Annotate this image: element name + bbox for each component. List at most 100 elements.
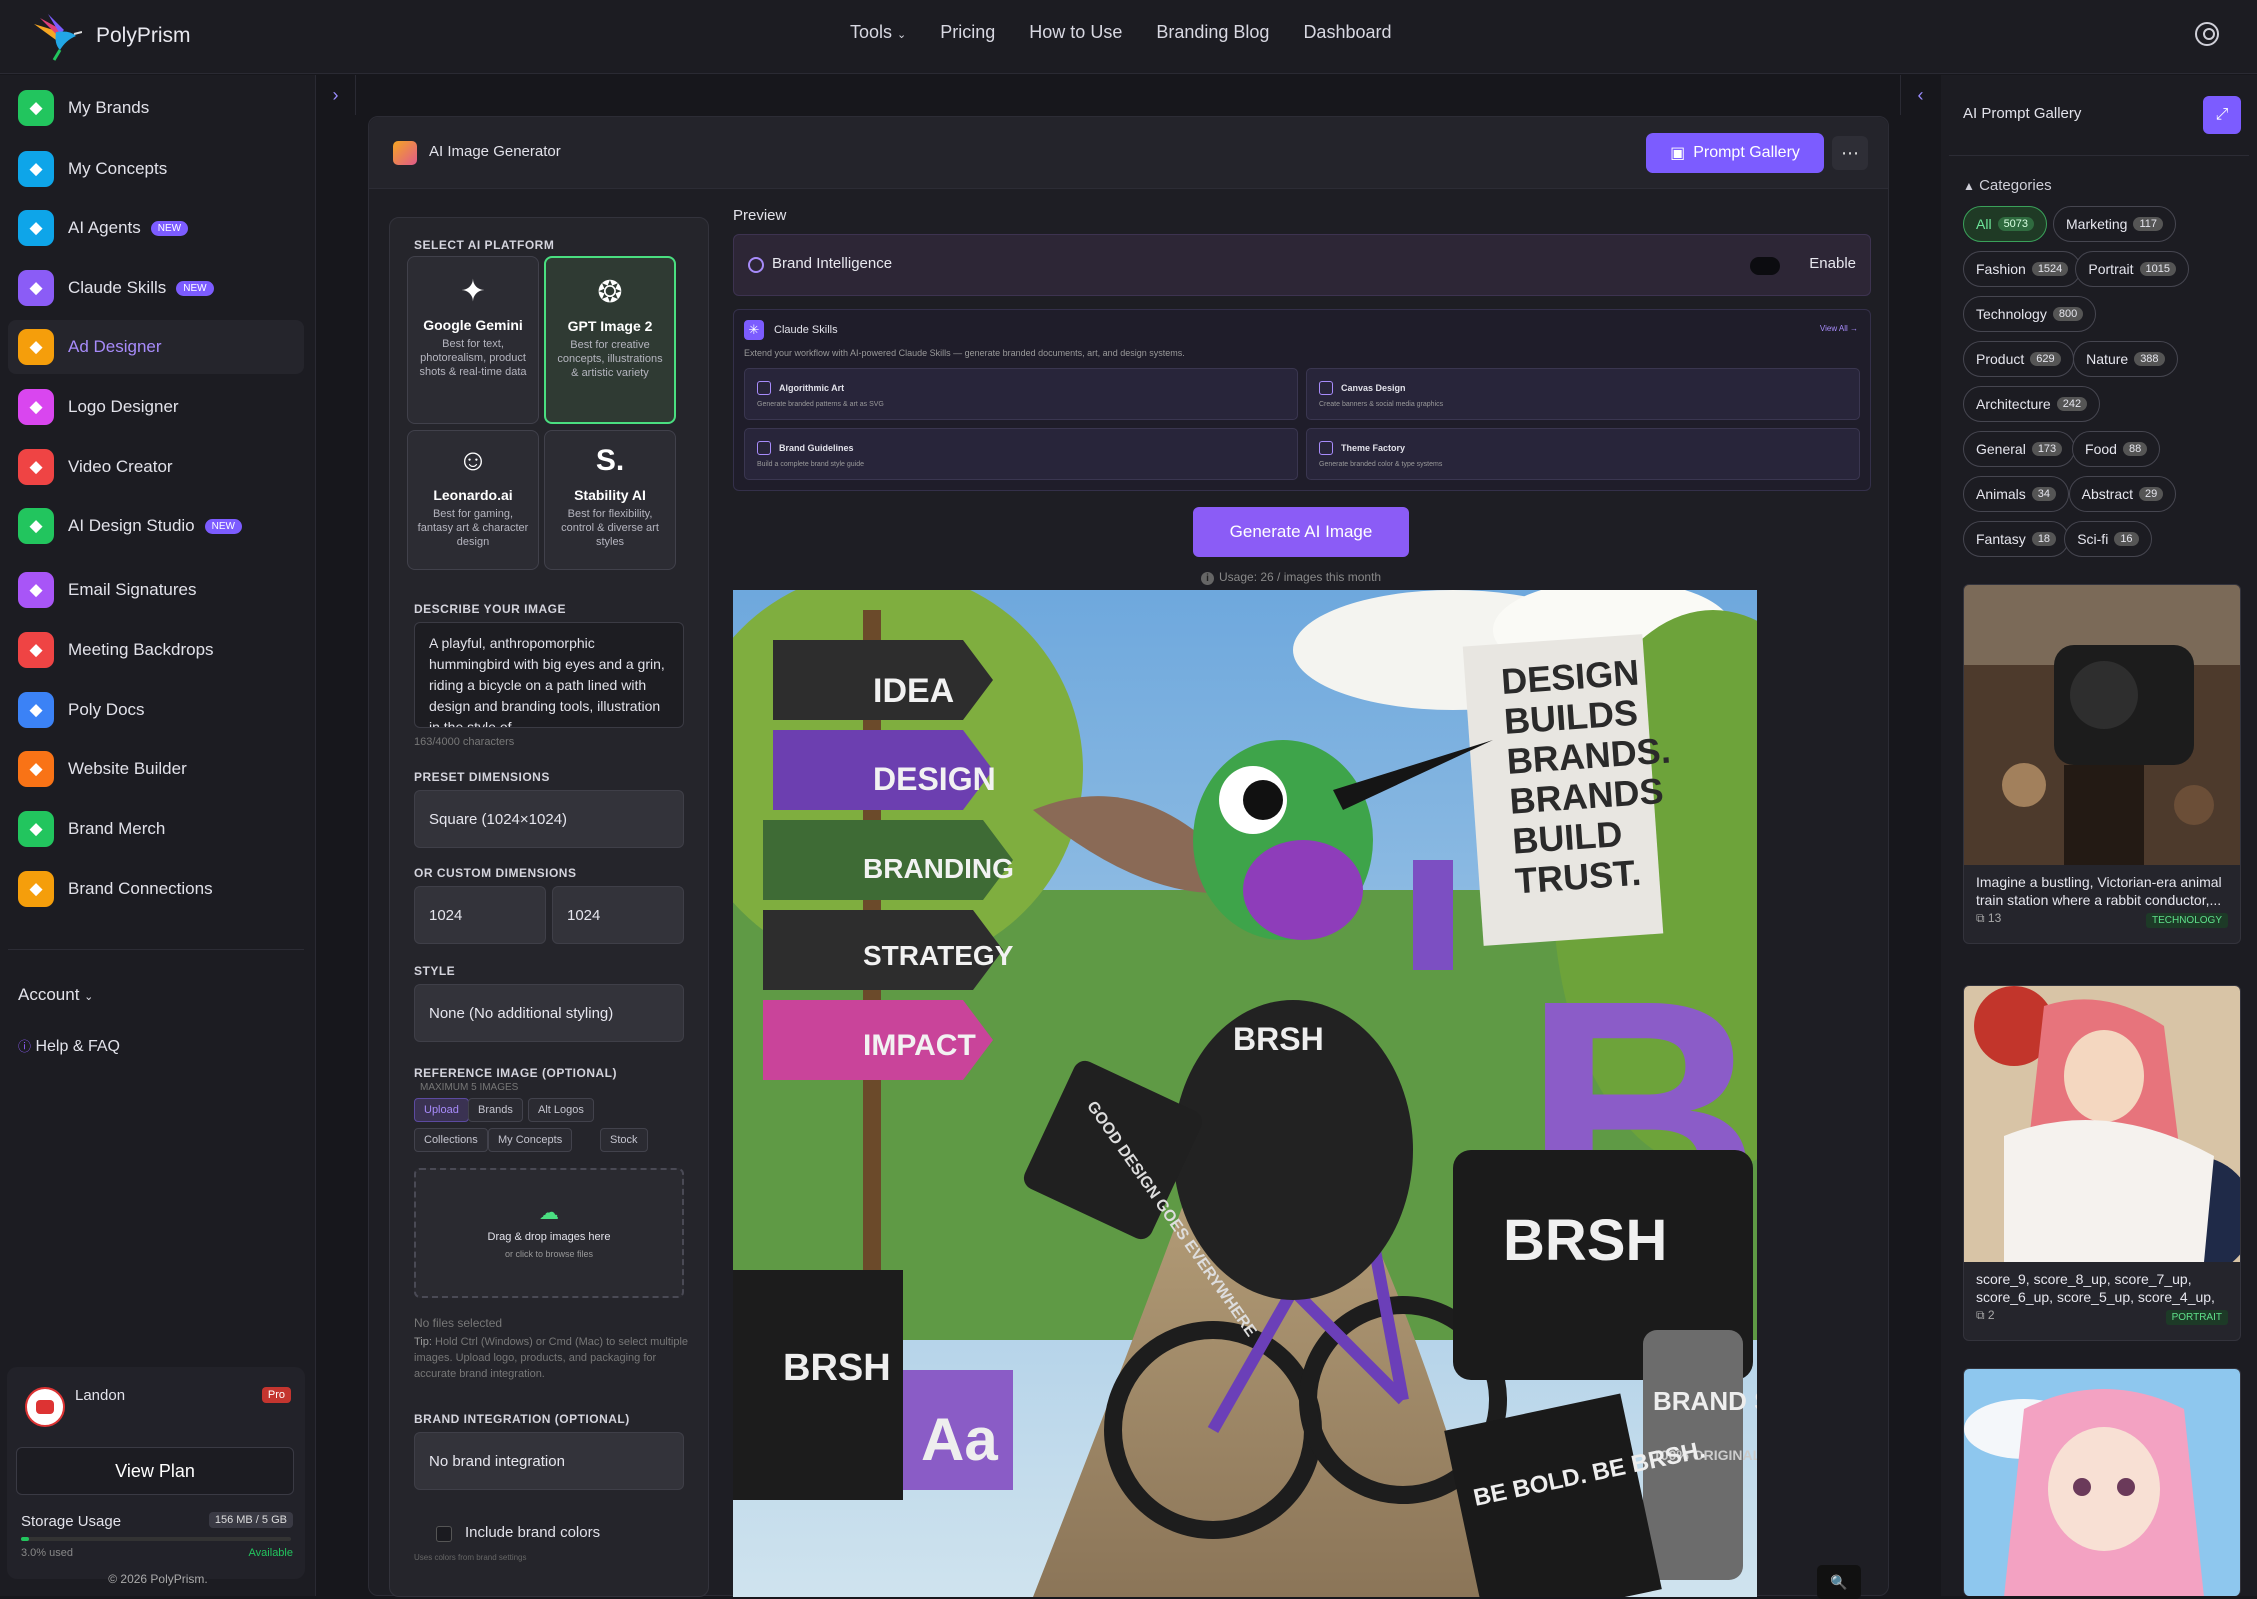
platform-gpt-image-2[interactable]: ❂ GPT Image 2 Best for creative concepts… xyxy=(544,256,676,424)
category-general[interactable]: General 173 xyxy=(1963,430,2076,467)
account-menu[interactable]: Account ⌄ xyxy=(18,985,93,1005)
width-input[interactable]: 1024 xyxy=(414,886,546,944)
preset-dimensions-select[interactable]: Square (1024×1024) xyxy=(414,790,684,848)
skill-card-algorithmic-art[interactable]: Algorithmic Art Generate branded patterns… xyxy=(744,368,1298,420)
category-fashion[interactable]: Fashion 1524 xyxy=(1963,250,2082,287)
sidebar-item-email-signatures[interactable]: ◆ Email Signatures xyxy=(8,563,304,617)
collapse-sidebar-button[interactable]: › xyxy=(316,75,356,115)
ref-tab-upload[interactable]: Upload xyxy=(414,1098,469,1122)
image-dropzone[interactable]: ☁ Drag & drop images here or click to br… xyxy=(414,1168,684,1298)
sidebar-item-label: Meeting Backdrops xyxy=(68,640,214,659)
brand-intelligence-toggle[interactable] xyxy=(1750,257,1780,275)
skill-card-canvas-design[interactable]: Canvas Design Create banners & social med… xyxy=(1306,368,1860,420)
user-account-icon[interactable] xyxy=(2195,22,2219,46)
skill-card-brand-guidelines[interactable]: Brand Guidelines Build a complete brand s… xyxy=(744,428,1298,480)
tablet-text: BRSH xyxy=(1503,1208,1667,1273)
view-plan-button[interactable]: View Plan xyxy=(16,1447,294,1495)
zoom-button[interactable]: 🔍 xyxy=(1817,1565,1861,1599)
ref-tab-brands[interactable]: Brands xyxy=(468,1098,523,1122)
category-nature[interactable]: Nature 388 xyxy=(2073,340,2178,377)
sidebar-item-logo-designer[interactable]: ◆ Logo Designer xyxy=(8,380,304,434)
category-count: 242 xyxy=(2056,396,2088,411)
category-name: Nature xyxy=(2086,350,2129,367)
sidebar-item-brand-connections[interactable]: ◆ Brand Connections xyxy=(8,862,304,916)
prompt-gallery-button[interactable]: ▣ Prompt Gallery xyxy=(1646,133,1824,173)
collapse-gallery-button[interactable]: ‹ xyxy=(1900,75,1940,115)
sidebar-item-poly-docs[interactable]: ◆ Poly Docs xyxy=(8,683,304,737)
canvas-icon xyxy=(1319,381,1333,395)
category-architecture[interactable]: Architecture 242 xyxy=(1963,385,2101,422)
include-brand-colors-sub: Uses colors from brand settings xyxy=(414,1553,527,1562)
category-name: Sci-fi xyxy=(2077,530,2109,547)
sidebar-item-label: Video Creator xyxy=(68,457,173,476)
sidebar-item-video-creator[interactable]: ◆ Video Creator xyxy=(8,440,304,494)
prompt-textarea[interactable]: A playful, anthropomorphic hummingbird w… xyxy=(414,622,684,728)
skill-card-theme-factory[interactable]: Theme Factory Generate branded color & ty… xyxy=(1306,428,1860,480)
ai-image-generator-panel: AI Image Generator ▣ Prompt Gallery ⋯ SEL… xyxy=(368,116,1889,1599)
category-all[interactable]: All 5073 xyxy=(1963,206,2048,242)
sidebar-item-ai-design-studio[interactable]: ◆ AI Design Studio NEW xyxy=(8,499,304,553)
platform-leonardo[interactable]: ☺ Leonardo.ai Best for gaming, fantasy a… xyxy=(407,430,539,570)
gallery-card-third[interactable] xyxy=(1963,1368,2241,1596)
generate-image-button[interactable]: Generate AI Image xyxy=(1193,507,1409,557)
ellipsis-icon: ⋯ xyxy=(1841,142,1859,163)
nav-tools[interactable]: Tools ⌄ xyxy=(850,22,906,43)
platform-stability[interactable]: S. Stability AI Best for flexibility, co… xyxy=(544,430,676,570)
gallery-card-anime[interactable]: score_9, score_8_up, score_7_up, score_6… xyxy=(1963,985,2241,1341)
nav-branding-blog[interactable]: Branding Blog xyxy=(1156,22,1269,43)
category-food[interactable]: Food 88 xyxy=(2072,430,2161,467)
ref-tab-collections[interactable]: Collections xyxy=(414,1128,488,1152)
nav-pricing[interactable]: Pricing xyxy=(940,22,995,43)
sidebar-item-my-concepts[interactable]: ◆ My Concepts xyxy=(8,142,304,196)
no-files-text: No files selected xyxy=(414,1316,503,1330)
gallery-card-text: Imagine a bustling, Victorian-era animal… xyxy=(1976,874,2222,908)
gallery-card-train-station[interactable]: Imagine a bustling, Victorian-era animal… xyxy=(1963,584,2241,944)
category-portrait[interactable]: Portrait 1015 xyxy=(2075,250,2189,287)
category-sci-fi[interactable]: Sci-fi 16 xyxy=(2064,520,2152,557)
categories-label: ▲ Categories xyxy=(1963,177,2052,194)
sidebar-item-my-brands[interactable]: ◆ My Brands xyxy=(8,81,304,135)
category-fantasy[interactable]: Fantasy 18 xyxy=(1963,520,2070,557)
more-options-button[interactable]: ⋯ xyxy=(1832,136,1868,170)
sidebar-item-ad-designer[interactable]: ◆ Ad Designer xyxy=(8,320,304,374)
nav-how-to-use[interactable]: How to Use xyxy=(1029,22,1122,43)
platform-desc: Best for creative concepts, illustration… xyxy=(557,339,663,379)
sign-branding: BRANDING xyxy=(863,853,1014,884)
category-animals[interactable]: Animals 34 xyxy=(1963,475,2070,512)
category-abstract[interactable]: Abstract 29 xyxy=(2068,475,2177,512)
ref-tab-stock[interactable]: Stock xyxy=(600,1128,648,1152)
brand-integration-select[interactable]: No brand integration xyxy=(414,1432,684,1490)
expand-gallery-button[interactable]: ⤢ xyxy=(2203,96,2241,134)
category-name: Marketing xyxy=(2066,216,2128,232)
claude-skills-title: Claude Skills xyxy=(774,324,838,336)
magnify-icon: 🔍 xyxy=(1830,1573,1848,1590)
usage-text: Usage: 26 / images this month xyxy=(1201,570,1381,585)
brand-logo[interactable]: PolyPrism xyxy=(30,10,191,62)
sidebar-item-meeting-backdrops[interactable]: ◆ Meeting Backdrops xyxy=(8,623,304,677)
sidebar-item-brand-merch[interactable]: ◆ Brand Merch xyxy=(8,802,304,856)
sidebar-item-claude-skills[interactable]: ◆ Claude Skills NEW xyxy=(8,261,304,315)
category-technology[interactable]: Technology 800 xyxy=(1963,295,2097,332)
view-all-link[interactable]: View All → xyxy=(1820,324,1858,333)
platform-gemini[interactable]: ✦ Google Gemini Best for text, photoreal… xyxy=(407,256,539,424)
help-faq-link[interactable]: ⓘ Help & FAQ xyxy=(18,1036,120,1056)
claude-skills-desc: Extend your workflow with AI-powered Cla… xyxy=(744,348,1185,358)
category-count: 16 xyxy=(2114,531,2139,546)
sidebar-item-ai-agents[interactable]: ◆ AI Agents NEW xyxy=(8,201,304,255)
ref-tab-alt-logos[interactable]: Alt Logos xyxy=(528,1098,594,1122)
sidebar-item-label: Claude Skills xyxy=(68,278,167,297)
nav-dashboard[interactable]: Dashboard xyxy=(1303,22,1391,43)
generator-settings: SELECT AI PLATFORM ✦ Google Gemini Best … xyxy=(389,217,709,1597)
sidebar-item-website-builder[interactable]: ◆ Website Builder xyxy=(8,742,304,796)
height-input[interactable]: 1024 xyxy=(552,886,684,944)
sidebar-item-label: Ad Designer xyxy=(68,337,162,356)
category-product[interactable]: Product 629 xyxy=(1963,340,2074,377)
category-name: Product xyxy=(1976,350,2025,367)
avatar[interactable] xyxy=(25,1387,65,1427)
style-select[interactable]: None (No additional styling) xyxy=(414,984,684,1042)
ref-tab-my-concepts[interactable]: My Concepts xyxy=(488,1128,573,1152)
generated-image[interactable]: DESIGNBUILDSBRANDS.BRANDSBUILDTRUST. B I… xyxy=(733,590,1757,1597)
select-platform-label: SELECT AI PLATFORM xyxy=(414,238,555,252)
category-marketing[interactable]: Marketing 117 xyxy=(2053,206,2177,242)
include-brand-colors-checkbox[interactable] xyxy=(436,1526,452,1542)
